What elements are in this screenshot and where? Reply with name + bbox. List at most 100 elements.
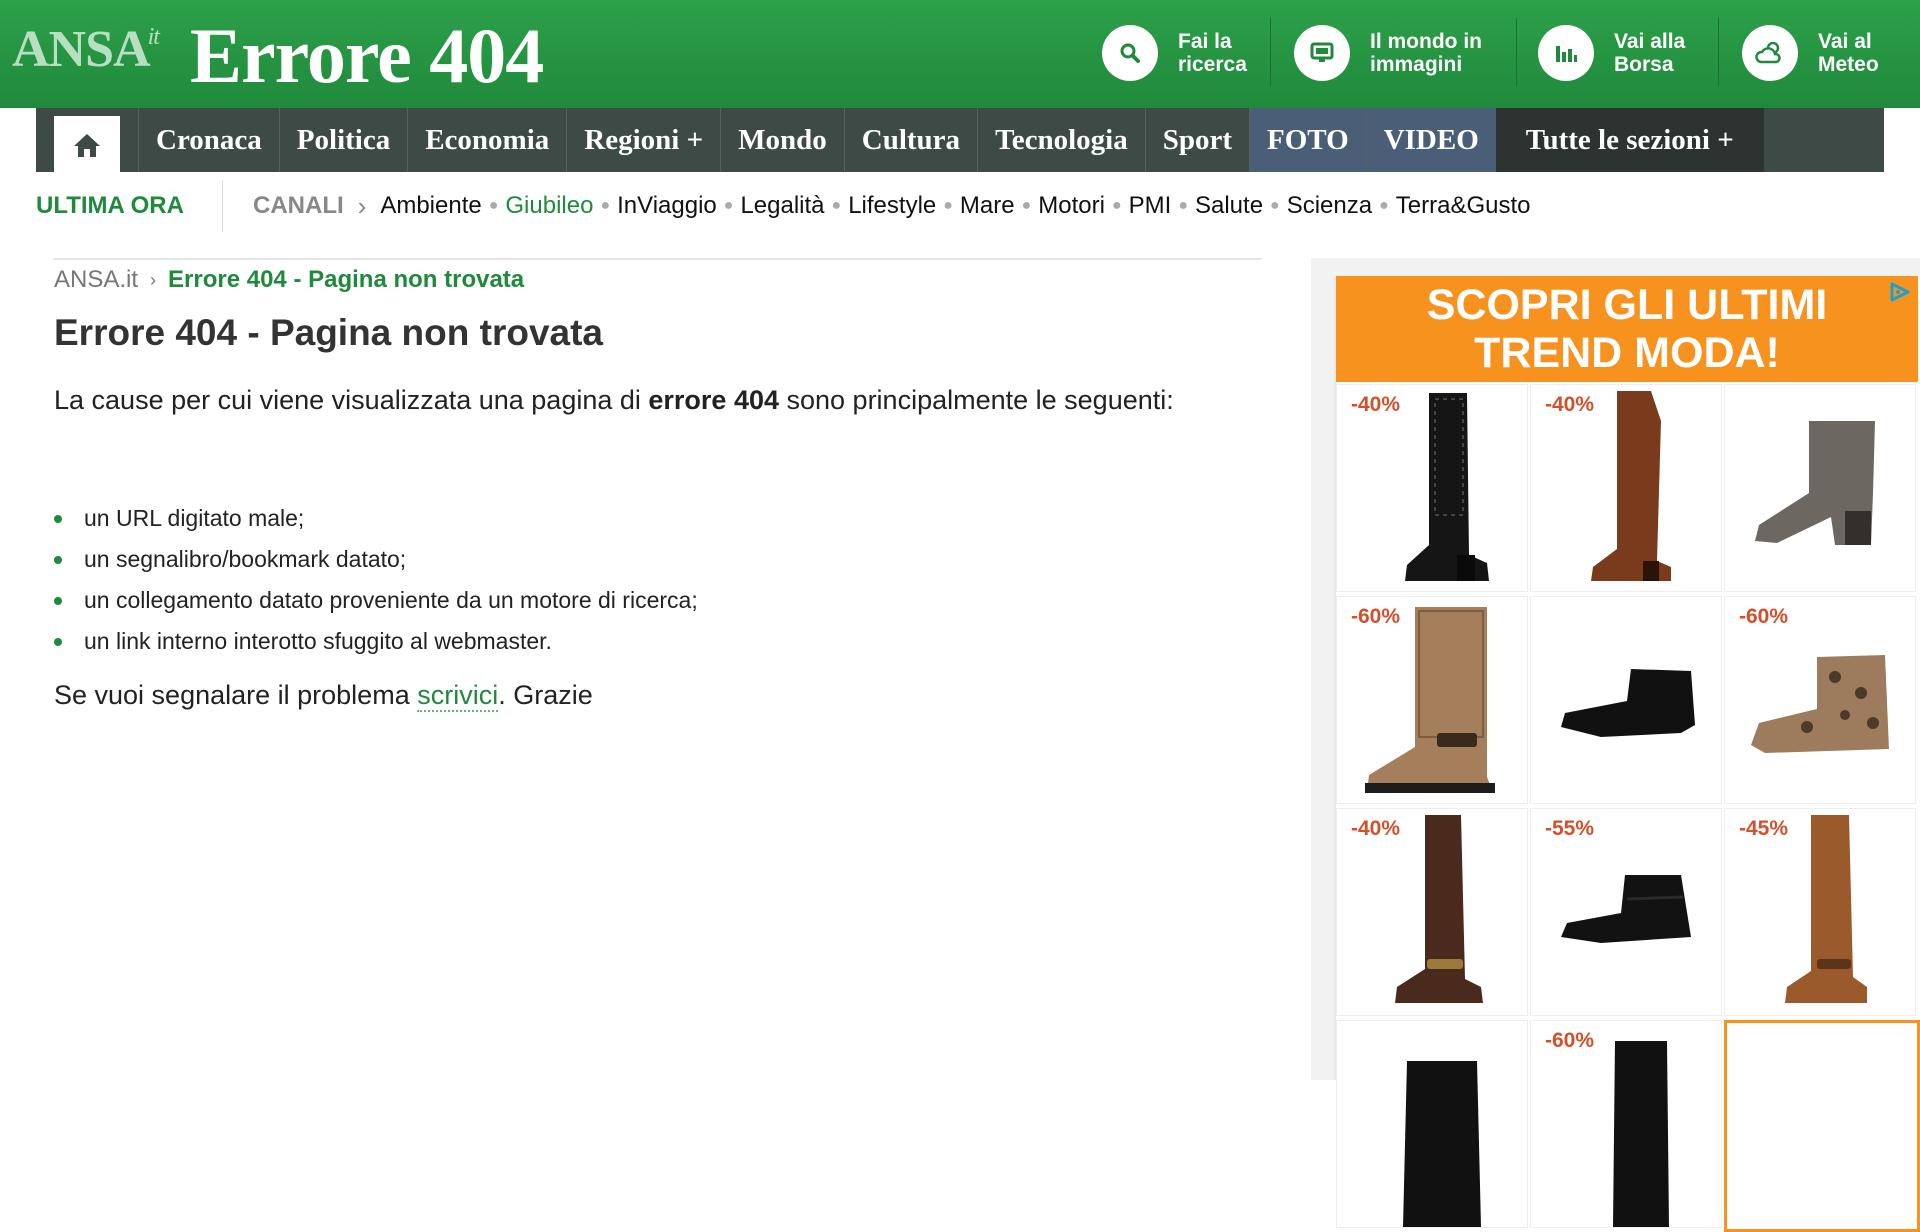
home-button[interactable] [54,116,120,174]
ad-product-tile[interactable]: -40% [1336,384,1528,592]
divider [1516,18,1517,86]
channel-link[interactable]: Giubileo [505,192,593,220]
ad-product-tile[interactable] [1336,1020,1528,1228]
discount-badge: -60% [1545,1029,1595,1052]
causes-list: un URL digitato male; un segnalibro/book… [54,498,698,662]
page-title: Errore 404 - Pagina non trovata [54,312,604,353]
separator-dot: ● [723,197,734,214]
discount-badge: -45% [1739,817,1789,840]
discount-badge: -55% [1545,817,1595,840]
channel-link[interactable]: Lifestyle [848,192,936,220]
channel-link[interactable]: Legalità [740,192,824,220]
separator-dot: ● [1379,197,1389,214]
home-icon [74,134,100,157]
separator-dot: ● [831,197,842,214]
separator-dot: ● [488,197,499,214]
separator-dot: ● [943,197,953,214]
divider [222,180,223,232]
ad-product-tile[interactable]: -60% [1724,596,1916,804]
quick-link-images[interactable]: Il mondo in immagini [1294,18,1510,88]
ad-product-tile[interactable]: -55% [1530,808,1722,1016]
quick-link-label: Fai la ricerca [1178,30,1247,76]
ad-product-tile[interactable] [1724,384,1916,592]
search-icon [1102,25,1158,81]
ad-product-tile[interactable]: -40% [1530,384,1722,592]
content-divider [54,258,1262,260]
nav-item-economia[interactable]: Economia [407,108,566,172]
adchoices-icon[interactable] [1886,280,1914,304]
intro-paragraph: La cause per cui viene visualizzata una … [54,385,1174,415]
channel-link[interactable]: PMI [1129,192,1172,220]
nav-item-tecnologia[interactable]: Tecnologia [977,108,1145,172]
list-item: un link interno interotto sfuggito al we… [54,621,698,662]
channel-link[interactable]: Mare [960,192,1015,220]
separator-dot: ● [600,197,611,214]
channel-link[interactable]: Ambiente [380,192,481,220]
list-item: un segnalibro/bookmark datato; [54,539,698,580]
nav-item-politica[interactable]: Politica [278,108,407,172]
canali-label: CANALI [253,192,344,219]
breadcrumb-home[interactable]: ANSA.it [54,266,138,294]
quick-link-label: Vai al Meteo [1818,30,1879,76]
main-navigation: Cronaca Politica Economia Regioni + Mond… [36,108,1884,174]
ad-product-tile[interactable]: -45% [1724,808,1916,1016]
ad-price-card[interactable] [1724,1020,1920,1232]
ad-headline[interactable]: SCOPRI GLI ULTIMI TREND MODA! [1336,276,1918,382]
breadcrumb-current: Errore 404 - Pagina non trovata [168,266,525,293]
boot-image [1561,669,1695,737]
ad-product-tile[interactable] [1530,596,1722,804]
bar-chart-icon [1538,25,1594,81]
quick-link-search[interactable]: Fai la ricerca [1102,18,1298,88]
separator-dot: ● [1021,197,1032,214]
nav-item-foto[interactable]: FOTO [1249,108,1366,172]
nav-item-all-sections[interactable]: Tutte le sezioni + [1495,108,1764,172]
bullet [54,637,62,646]
divider [1270,18,1271,86]
chevron-right-icon: › [357,190,367,221]
quick-link-label: Il mondo in immagini [1370,30,1482,76]
discount-badge: -40% [1351,817,1401,840]
quick-link-label: Vai alla Borsa [1614,30,1686,76]
nav-item-sport[interactable]: Sport [1144,108,1249,172]
breadcrumb: ANSA.it › Errore 404 - Pagina non trovat… [54,266,524,294]
quick-link-meteo[interactable]: Vai al Meteo [1742,18,1898,88]
site-header: ANSAit Errore 404 Fai la ricerca Il mond… [0,0,1920,108]
bullet [54,555,62,564]
discount-badge: -60% [1739,605,1789,628]
boot-image [1755,421,1875,545]
nav-item-cronaca[interactable]: Cronaca [138,108,279,172]
boot-image [1403,1061,1481,1227]
quick-link-borsa[interactable]: Vai alla Borsa [1538,18,1734,88]
ad-product-tile[interactable]: -40% [1336,808,1528,1016]
channel-link[interactable]: InViaggio [617,192,717,220]
weather-icon [1742,25,1798,81]
divider [1718,18,1719,86]
separator-dot: ● [1178,197,1188,214]
ansa-logo[interactable]: ANSAit [12,20,160,79]
monitor-icon [1294,25,1350,81]
discount-badge: -60% [1351,605,1401,628]
contact-link[interactable]: scrivici [417,680,499,712]
nav-item-regioni[interactable]: Regioni + [566,108,720,172]
list-item: un URL digitato male; [54,498,698,539]
channels-bar: ULTIMA ORA CANALI › Ambiente ● Giubileo ● … [36,172,1884,240]
list-item: un collegamento datato proveniente da un… [54,580,698,621]
nav-item-video[interactable]: VIDEO [1365,108,1496,172]
chevron-right-icon: › [150,269,157,290]
report-text: Se vuoi segnalare il problema scrivici. … [54,680,593,712]
channel-link[interactable]: Motori [1038,192,1105,220]
ad-product-tile[interactable]: -60% [1530,1020,1722,1228]
separator-dot: ● [1111,197,1122,214]
bullet [54,514,62,523]
bullet [54,596,62,605]
channel-link[interactable]: Salute [1195,192,1263,220]
nav-item-mondo[interactable]: Mondo [720,108,844,172]
nav-item-cultura[interactable]: Cultura [843,108,977,172]
separator-dot: ● [1270,197,1280,214]
discount-badge: -40% [1545,393,1595,416]
ultima-ora-link[interactable]: ULTIMA ORA [36,192,222,220]
channel-link[interactable]: Terra&Gusto [1396,192,1531,220]
ad-product-tile[interactable]: -60% [1336,596,1528,804]
channel-link[interactable]: Scienza [1287,192,1372,220]
page-heading-404: Errore 404 [190,12,544,99]
